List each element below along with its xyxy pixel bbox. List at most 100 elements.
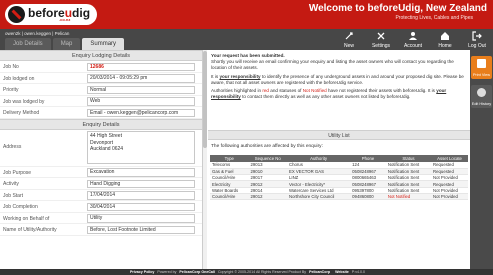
- privacy-policy-link[interactable]: Privacy Policy: [130, 270, 154, 274]
- address-line: Auckland 0624: [90, 146, 124, 152]
- field-label: Job No: [3, 64, 19, 70]
- tab-summary[interactable]: Summary: [82, 38, 125, 50]
- print-view-label: Print View: [472, 73, 491, 77]
- logo-mark-icon: [8, 6, 25, 23]
- submission-message: Your request has been submitted. Shortly …: [211, 53, 466, 103]
- authorities-note: Authorities highlighted in red and statu…: [211, 88, 447, 99]
- nav-home-button[interactable]: Home: [429, 29, 461, 50]
- top-nav: New Settings Account Home Log Out: [333, 29, 493, 50]
- nav-settings-button[interactable]: Settings: [365, 29, 397, 50]
- submission-title: Your request has been submitted.: [211, 53, 285, 58]
- welcome-title: Welcome to beforeUdig, New Zealand: [308, 3, 487, 14]
- print-view-button[interactable]: Print View: [471, 56, 492, 79]
- job-details-panel: Enquiry Lodging Details Job No 12686 Job…: [0, 50, 203, 269]
- table-cell: Council/Hire: [210, 193, 249, 201]
- nav-account-label: Account: [403, 43, 423, 49]
- pelicancorp-onecall-link[interactable]: PelicanCorp OneCall: [179, 270, 215, 274]
- field-label: Activity: [3, 181, 19, 187]
- beforeudig-logo[interactable]: beforeudig .co.nz: [5, 4, 97, 25]
- printer-icon: [477, 59, 486, 68]
- field-row: Job Completion 30/04/2014: [0, 201, 202, 213]
- job-purpose-field: Excavation: [87, 168, 195, 177]
- enquiry-lodging-heading: Enquiry Lodging Details: [0, 50, 202, 61]
- tagline: Protecting Lives, Cables and Pipes: [395, 15, 473, 21]
- field-row: Job Purpose Excavation: [0, 167, 202, 178]
- field-row: Job No 12686: [0, 61, 202, 73]
- field-label: Address: [3, 143, 22, 150]
- table-cell: Northshore City Council: [286, 193, 351, 201]
- column-header[interactable]: Asset Locate: [431, 155, 468, 162]
- logo-domain: .co.nz: [59, 17, 71, 22]
- utility-name-field: Before, Lost Footnote Limited: [87, 225, 195, 234]
- field-label: Name of Utility/Authority: [3, 227, 57, 233]
- submission-intro: Shortly you will receive an email confir…: [211, 59, 454, 70]
- field-row: Job was lodged by Web: [0, 96, 202, 107]
- table-cell: 29012: [248, 193, 287, 201]
- logout-icon: [472, 31, 482, 41]
- website-link[interactable]: Website: [335, 270, 349, 274]
- tab-job-details[interactable]: Job Details: [5, 38, 51, 50]
- edit-history-button[interactable]: Edit History: [471, 85, 492, 108]
- job-start-field: 17/04/2014: [87, 191, 195, 200]
- field-row: Delivery Method Email - owen.keggen@peli…: [0, 107, 202, 119]
- field-label: Job Completion: [3, 204, 38, 210]
- nav-logout-label: Log Out: [468, 43, 486, 49]
- field-label: Job lodged on: [3, 75, 35, 82]
- nav-home-label: Home: [438, 43, 452, 49]
- column-header[interactable]: Type: [210, 155, 249, 162]
- sub-navigation-bar: owen2k | owen.keggen | Pelican Job Detai…: [0, 29, 493, 50]
- field-label: Job was lodged by: [3, 98, 45, 105]
- nav-settings-label: Settings: [371, 43, 391, 49]
- lodged-by-field: Web: [87, 97, 195, 106]
- field-row: Working on Behalf of Utility: [0, 213, 202, 224]
- nav-new-label: New: [343, 43, 354, 49]
- pelicancorp-link[interactable]: PelicanCorp: [309, 270, 330, 274]
- activity-field: Hand Digging: [87, 179, 195, 188]
- table-cell: 094860800: [350, 193, 386, 201]
- job-tabs: Job Details Map Summary: [5, 38, 125, 50]
- enquiry-details-heading: Enquiry Details: [0, 118, 202, 130]
- nav-logout-button[interactable]: Log Out: [461, 29, 493, 50]
- tab-map[interactable]: Map: [52, 38, 81, 50]
- footer: Privacy Policy Powered by PelicanCorp On…: [0, 269, 493, 275]
- priority-field: Normal: [87, 85, 195, 94]
- field-label: Working on Behalf of: [3, 215, 50, 222]
- field-label: Priority: [3, 87, 19, 93]
- lodged-on-field: 20/03/2014 - 09:05:29 pm: [87, 74, 195, 83]
- field-row: Job lodged on 20/03/2014 - 09:05:29 pm: [0, 73, 202, 84]
- nav-account-button[interactable]: Account: [397, 29, 429, 50]
- field-label: Job Start: [3, 192, 24, 199]
- summary-panel: Your request has been submitted. Shortly …: [208, 50, 470, 269]
- column-header[interactable]: Sequence No: [248, 155, 287, 162]
- table-cell: Not Provided: [431, 193, 468, 201]
- responsibility-note: It is your responsibility to identify th…: [211, 73, 464, 85]
- job-number-field: 12686: [87, 62, 195, 71]
- column-header[interactable]: Authority: [286, 155, 351, 162]
- utility-list-heading: Utility List: [208, 130, 470, 140]
- field-label: Job Purpose: [3, 169, 32, 176]
- utility-table: Type Sequence No Authority Phone Status …: [210, 155, 468, 201]
- address-field: 44 High Street Devonport Auckland 0624: [87, 131, 195, 164]
- history-icon: [477, 88, 486, 97]
- user-info: owen2k | owen.keggen | Pelican: [5, 31, 70, 36]
- account-icon: [409, 32, 417, 40]
- new-icon: [345, 32, 353, 40]
- field-row: Activity Hand Digging: [0, 178, 202, 190]
- home-icon: [441, 32, 449, 40]
- job-completion-field: 30/04/2014: [87, 202, 195, 211]
- delivery-method-field: Email - owen.keggen@pelicancorp.com: [87, 108, 195, 117]
- version-text: P:v4.0.0: [351, 270, 365, 274]
- table-header-row: Type Sequence No Authority Phone Status …: [210, 155, 468, 162]
- powered-by-label: Powered by: [157, 270, 177, 274]
- app-header: beforeudig .co.nz Welcome to beforeUdig,…: [0, 0, 493, 29]
- utility-list-note: The following authorities are affected b…: [211, 144, 323, 149]
- column-header[interactable]: Status: [385, 155, 432, 162]
- scrollbar-thumb[interactable]: [203, 51, 207, 148]
- field-row: Job Start 17/04/2014: [0, 190, 202, 201]
- nav-new-button[interactable]: New: [333, 29, 365, 50]
- settings-icon: [377, 32, 385, 40]
- field-row: Name of Utility/Authority Before, Lost F…: [0, 224, 202, 236]
- column-header[interactable]: Phone: [350, 155, 386, 162]
- table-cell: Not Notified: [385, 193, 432, 201]
- left-panel-scrollbar[interactable]: [203, 50, 207, 269]
